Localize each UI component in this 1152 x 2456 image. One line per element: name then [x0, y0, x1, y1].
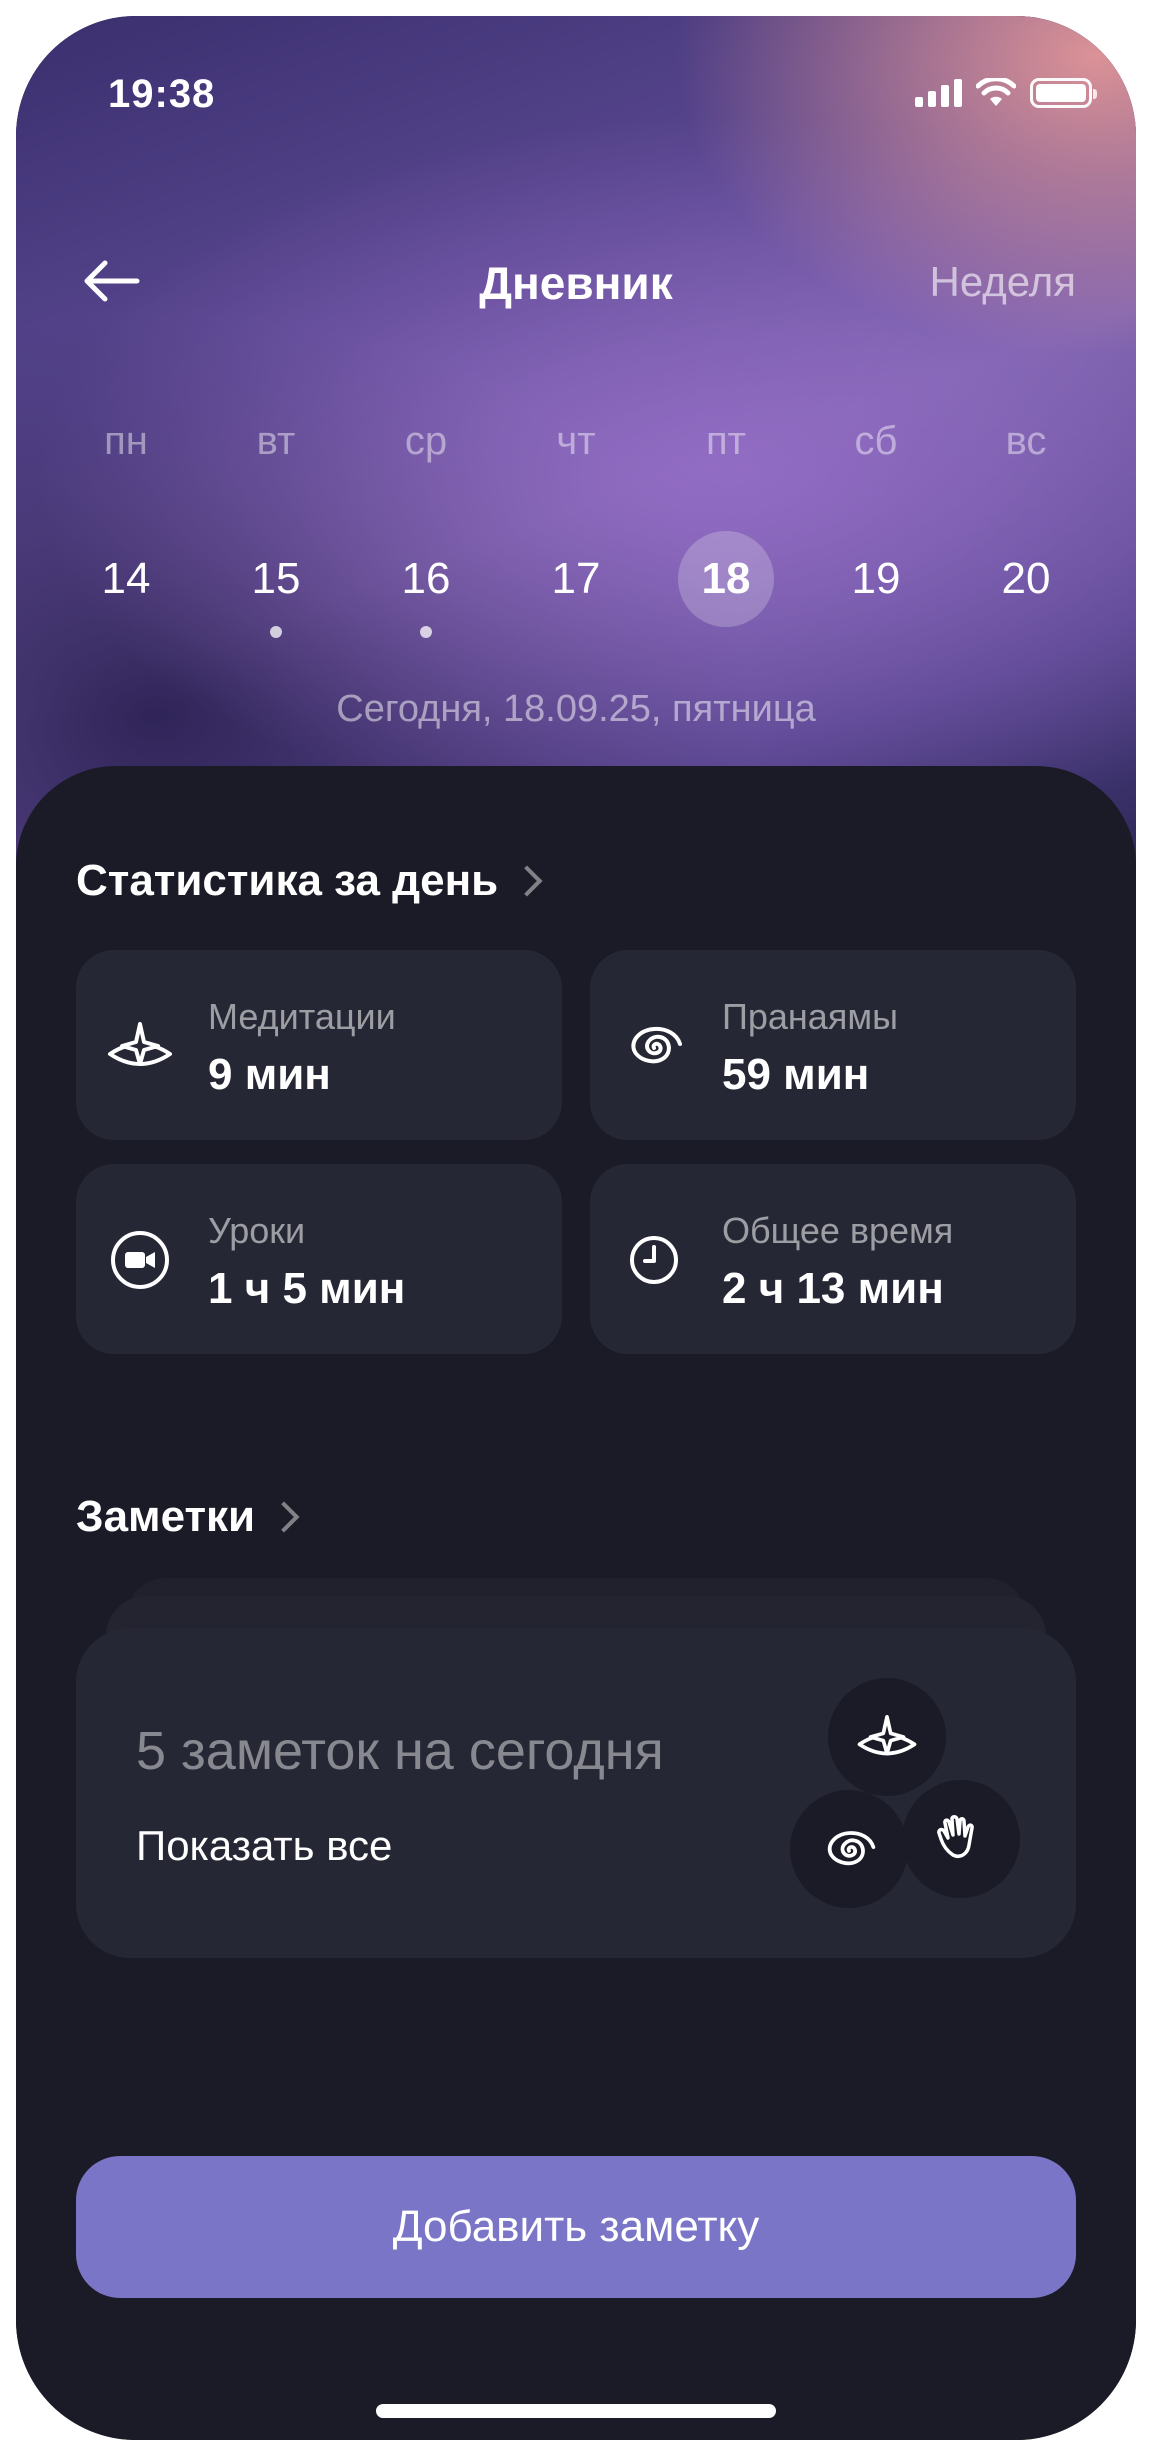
- notes-summary-card[interactable]: 5 заметок на сегодня Показать все: [76, 1628, 1076, 1958]
- week-view-button[interactable]: Неделя: [930, 258, 1077, 306]
- notes-count: 5 заметок на сегодня: [136, 1721, 664, 1781]
- notes-section-title[interactable]: Заметки: [76, 1492, 300, 1542]
- today-label: Сегодня, 18.09.25, пятница: [336, 688, 816, 730]
- stat-value: 9 мин: [208, 1050, 331, 1099]
- home-indicator: [376, 2404, 776, 2418]
- stat-label: Пранаямы: [722, 996, 898, 1037]
- calendar-day[interactable]: 19: [806, 531, 946, 627]
- weekday-label: ср: [404, 419, 448, 463]
- hand-icon: [937, 1815, 974, 1858]
- day-number: 18: [701, 554, 751, 603]
- chevron-right-icon: [268, 1501, 300, 1533]
- spiral-icon: [618, 1010, 690, 1082]
- weekday-label: сб: [854, 419, 898, 463]
- day-number: 20: [1001, 554, 1051, 603]
- clock-icon: [618, 1224, 690, 1296]
- stat-label: Общее время: [722, 1210, 954, 1251]
- phone-screen: 19:38 Дневник Неделя пн вт ср чт пт сб вс 14 15…: [16, 16, 1136, 2440]
- stat-card-total-time[interactable]: Общее время 2 ч 13 мин: [590, 1164, 1076, 1354]
- weekday-row: пн вт ср чт пт сб вс: [56, 411, 1096, 471]
- note-type-bubble: [828, 1678, 946, 1796]
- chevron-right-icon: [511, 865, 543, 897]
- stat-value: 1 ч 5 мин: [208, 1264, 406, 1313]
- stat-card-lessons[interactable]: Уроки 1 ч 5 мин: [76, 1164, 562, 1354]
- entry-indicator-dot: [270, 626, 282, 638]
- spiral-icon: [827, 1831, 876, 1866]
- status-icons: [915, 78, 1097, 108]
- day-number: 15: [251, 554, 301, 603]
- stat-label: Уроки: [208, 1210, 306, 1251]
- weekday-label: чт: [556, 419, 596, 463]
- calendar-day[interactable]: 20: [956, 531, 1096, 627]
- cellular-signal-icon: [915, 79, 962, 107]
- weekday-label: вт: [256, 419, 296, 463]
- day-number: 17: [551, 554, 601, 603]
- day-number: 14: [101, 554, 151, 603]
- week-calendar: пн вт ср чт пт сб вс 14 15 16 17 18 19 20: [56, 411, 1096, 638]
- meditation-icon: [104, 1010, 176, 1082]
- calendar-day[interactable]: 14: [56, 531, 196, 627]
- battery-icon: [1030, 78, 1097, 108]
- note-type-bubble: [790, 1790, 908, 1908]
- note-type-bubble: [902, 1780, 1020, 1898]
- entry-indicator-dot: [420, 626, 432, 638]
- calendar-day[interactable]: 17: [506, 531, 646, 627]
- stat-value: 2 ч 13 мин: [722, 1264, 944, 1313]
- stat-card-meditation[interactable]: Медитации 9 мин: [76, 950, 562, 1140]
- calendar-day[interactable]: 15: [206, 531, 346, 638]
- day-row: 14 15 16 17 18 19 20: [56, 531, 1096, 638]
- meditation-icon: [857, 1715, 917, 1756]
- calendar-day[interactable]: 16: [356, 531, 496, 638]
- calendar-day[interactable]: 18: [656, 531, 796, 627]
- notes-title-text: Заметки: [76, 1492, 256, 1541]
- show-all-link[interactable]: Показать все: [136, 1822, 392, 1870]
- header-gradient: 19:38 Дневник Неделя пн вт ср чт пт сб вс 14 15…: [16, 16, 1136, 876]
- status-time: 19:38: [108, 72, 216, 116]
- stats-section-title[interactable]: Статистика за день: [76, 856, 543, 906]
- video-icon: [104, 1224, 176, 1296]
- wifi-icon: [976, 78, 1016, 106]
- stat-value: 59 мин: [722, 1050, 870, 1099]
- day-number: 19: [851, 554, 901, 603]
- day-number: 16: [401, 554, 451, 603]
- stat-card-pranayama[interactable]: Пранаямы 59 мин: [590, 950, 1076, 1140]
- stat-label: Медитации: [208, 996, 396, 1037]
- weekday-label: пн: [104, 419, 148, 463]
- weekday-label: вс: [1005, 419, 1047, 463]
- stats-title-text: Статистика за день: [76, 856, 499, 905]
- weekday-label: пт: [706, 419, 746, 463]
- add-note-button[interactable]: Добавить заметку: [76, 2156, 1076, 2298]
